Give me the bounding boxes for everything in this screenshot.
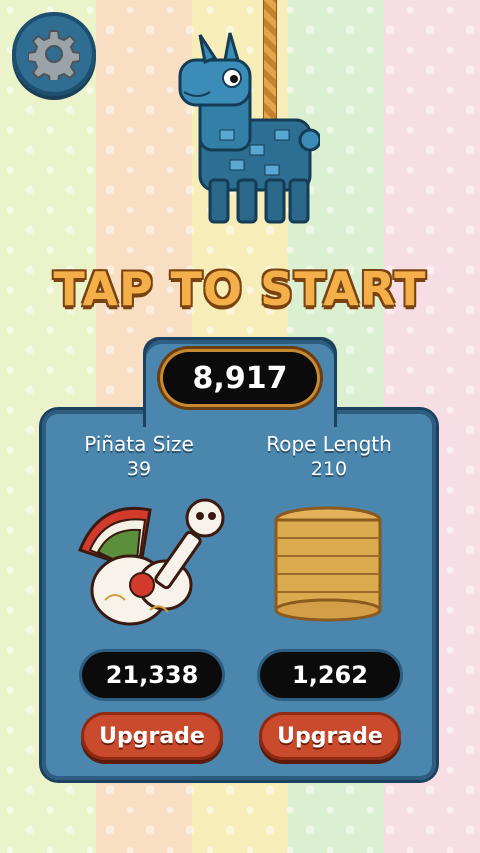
upgrade-column-rope-length: Rope Length 210 [234,432,424,480]
coin-counter: 8,917 [163,352,317,404]
upgrade-level: 39 [126,458,152,480]
gear-icon [28,30,80,80]
upgrade-cost: 21,338 [82,652,222,698]
upgrade-name: Piñata Size [84,432,194,456]
upgrade-cost: 1,262 [260,652,400,698]
llama-pinata[interactable] [170,30,320,240]
rope-coil-icon [274,506,382,622]
upgrade-column-pinata-size: Piñata Size 39 [44,432,234,480]
upgrade-level: 210 [310,458,348,480]
upgrade-name: Rope Length [266,432,392,456]
pinata-guitar-icon [78,498,225,626]
settings-button[interactable] [12,12,96,96]
upgrade-rope-length-button[interactable]: Upgrade [259,712,401,760]
tap-to-start-title[interactable]: TAP TO START [0,262,480,316]
upgrade-pinata-size-button[interactable]: Upgrade [81,712,223,760]
